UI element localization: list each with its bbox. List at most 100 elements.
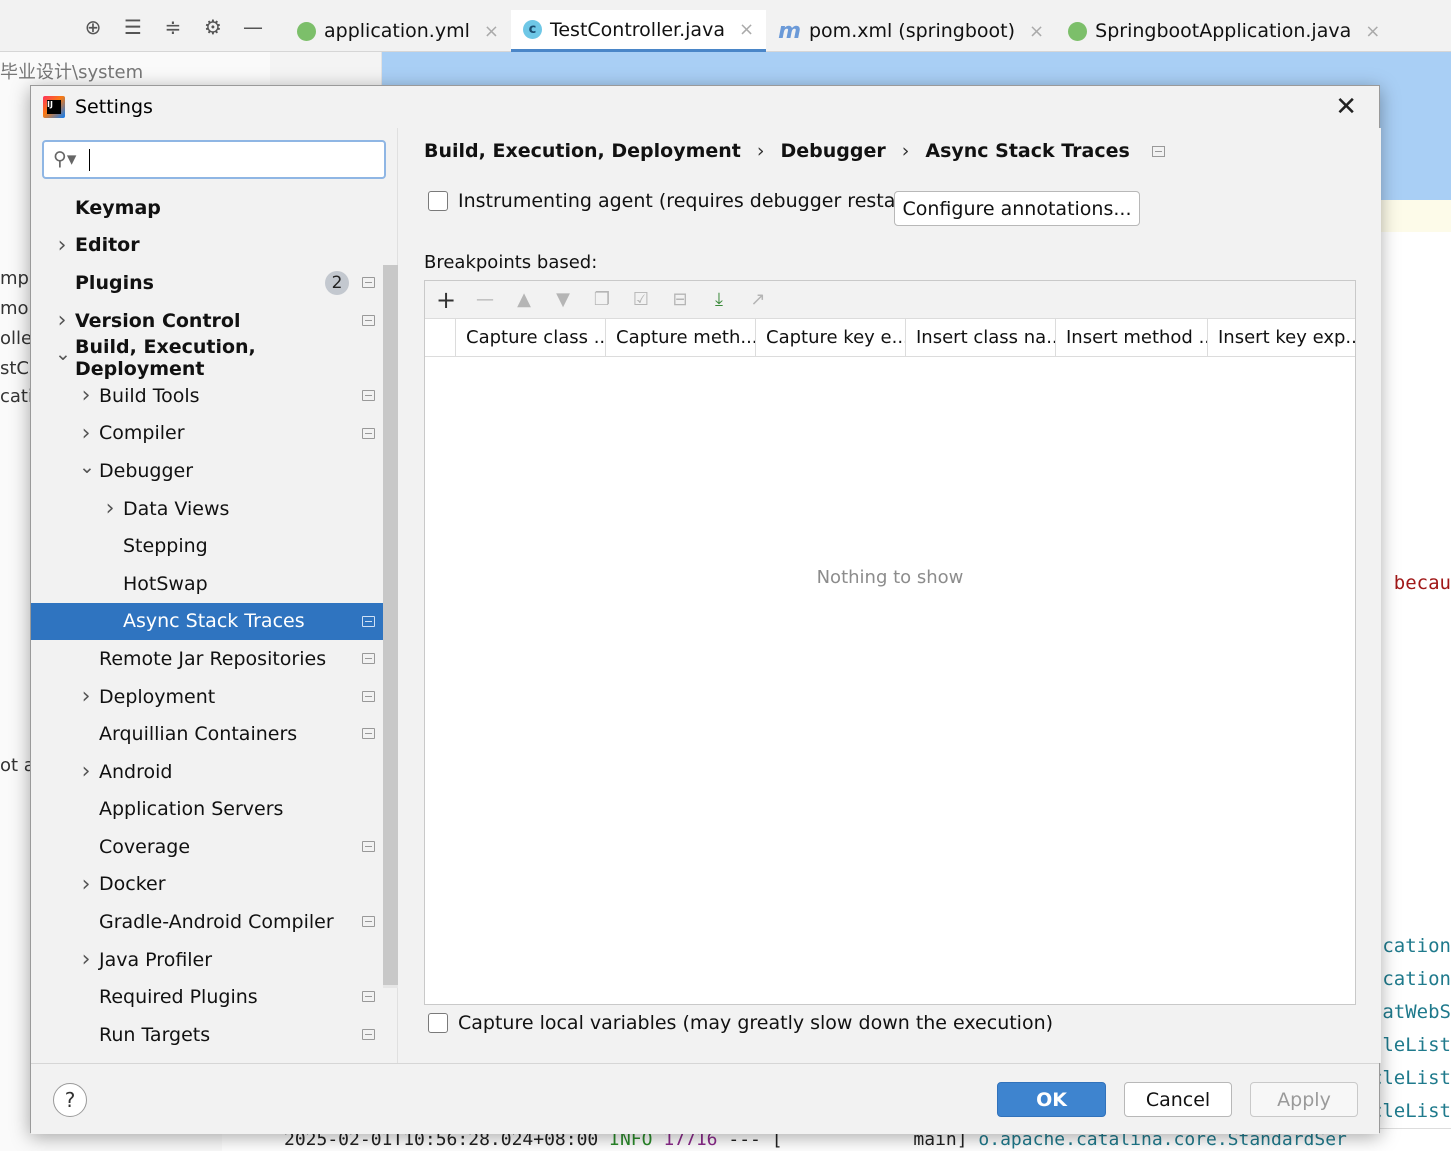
column-header[interactable]: Insert key exp...: [1207, 319, 1355, 357]
sidebar-item-editor[interactable]: › Editor: [31, 227, 383, 265]
sidebar-item-deployment[interactable]: › Deployment: [31, 678, 383, 716]
sidebar-scrollbar-thumb[interactable]: [383, 265, 398, 985]
spring-app-icon: [1068, 21, 1088, 41]
breadcrumb-item[interactable]: Build, Execution, Deployment: [424, 140, 741, 162]
sidebar-item-java-profiler[interactable]: › Java Profiler: [31, 941, 383, 979]
chevron-right-icon[interactable]: ›: [79, 383, 93, 408]
capture-local-variables-row: Capture local variables (may greatly slo…: [428, 1012, 1053, 1034]
remove-icon[interactable]: —: [474, 289, 496, 310]
chevron-right-icon[interactable]: ›: [79, 421, 93, 446]
gear-icon[interactable]: ⚙: [200, 14, 226, 40]
export-icon[interactable]: ↗: [747, 289, 769, 310]
sidebar-item-compiler[interactable]: › Compiler: [31, 415, 383, 453]
breakpoints-table: + — ▲ ▼ ❐ ☑ ⊟ ⤓ ↗ Capture class ... Capt…: [424, 280, 1356, 1005]
sidebar-item-application-servers[interactable]: Application Servers: [31, 791, 383, 829]
ok-button[interactable]: OK: [997, 1082, 1106, 1117]
sidebar-item-keymap[interactable]: Keymap: [31, 189, 383, 227]
sidebar-item-android[interactable]: › Android: [31, 753, 383, 791]
ide-code-fragment: cleList: [1370, 1100, 1451, 1122]
project-scope-icon: [362, 314, 375, 326]
chevron-right-icon[interactable]: ›: [103, 496, 117, 521]
sidebar-item-label: Async Stack Traces: [123, 610, 305, 633]
configure-annotations-button[interactable]: Configure annotations...: [894, 191, 1140, 226]
sidebar-item-required-plugins[interactable]: Required Plugins: [31, 978, 383, 1016]
sidebar-item-stepping[interactable]: Stepping: [31, 527, 383, 565]
close-icon[interactable]: ×: [739, 19, 754, 40]
sidebar-item-gradle-android-compiler[interactable]: Gradle-Android Compiler: [31, 903, 383, 941]
column-header[interactable]: Insert class na...: [905, 319, 1055, 357]
sidebar-item-data-views[interactable]: › Data Views: [31, 490, 383, 528]
breadcrumb-separator: ›: [756, 140, 765, 162]
sidebar-item-version-control[interactable]: › Version Control: [31, 302, 383, 340]
sidebar-item-label: Arquillian Containers: [99, 723, 298, 746]
dialog-title-bar[interactable]: Settings ✕: [31, 86, 1379, 128]
capture-local-variables-label[interactable]: Capture local variables (may greatly slo…: [458, 1012, 1053, 1034]
move-down-icon[interactable]: ▼: [552, 289, 574, 310]
chevron-right-icon[interactable]: ›: [79, 684, 93, 709]
tab-pom-xml[interactable]: m pom.xml (springboot) ×: [766, 10, 1056, 52]
move-up-icon[interactable]: ▲: [513, 289, 535, 310]
sidebar-item-run-targets[interactable]: Run Targets: [31, 1016, 383, 1054]
instrumenting-agent-label[interactable]: Instrumenting agent (requires debugger r…: [458, 190, 918, 212]
ide-toolbar-icons: ⊕ ☰ ≑ ⚙ —: [80, 14, 266, 40]
import-icon[interactable]: ⤓: [708, 289, 730, 310]
chevron-right-icon[interactable]: ›: [79, 759, 93, 784]
settings-search-input[interactable]: ⚲▾: [42, 140, 386, 179]
close-icon[interactable]: ×: [1029, 21, 1044, 42]
expand-all-icon[interactable]: ☰: [120, 14, 146, 40]
sidebar-item-remote-jar-repositories[interactable]: Remote Jar Repositories: [31, 640, 383, 678]
chevron-right-icon[interactable]: ›: [55, 233, 69, 258]
column-header[interactable]: Capture class ...: [455, 319, 605, 357]
ide-code-fragment: s becau: [1370, 572, 1451, 594]
chevron-down-icon[interactable]: ⌄: [79, 456, 95, 478]
sidebar-item-label: Run Targets: [99, 1023, 211, 1046]
collapse-all-icon[interactable]: ≑: [160, 14, 186, 40]
sidebar-item-build-execution-deployment[interactable]: ⌄ Build, Execution, Deployment: [31, 336, 383, 380]
close-icon[interactable]: ✕: [1335, 92, 1357, 122]
check-all-icon[interactable]: ☑: [630, 289, 652, 310]
column-header[interactable]: Insert method ...: [1055, 319, 1207, 357]
cancel-button[interactable]: Cancel: [1124, 1082, 1232, 1117]
tab-springbootapplication-java[interactable]: SpringbootApplication.java ×: [1056, 10, 1392, 52]
column-header-checkbox[interactable]: [425, 319, 455, 357]
ide-code-fragment: cation: [1382, 935, 1451, 957]
chevron-right-icon[interactable]: ›: [55, 308, 69, 333]
ide-toolbar: ⊕ ☰ ≑ ⚙ — application.yml × c TestContro…: [0, 0, 1451, 52]
tab-testcontroller-java[interactable]: c TestController.java ×: [510, 10, 767, 52]
breadcrumb-item[interactable]: Debugger: [781, 140, 886, 162]
chevron-right-icon[interactable]: ›: [79, 947, 93, 972]
capture-local-variables-checkbox[interactable]: [428, 1013, 448, 1033]
sidebar-item-label: Docker: [99, 873, 166, 896]
table-header: Capture class ... Capture meth... Captur…: [425, 319, 1355, 357]
copy-icon[interactable]: ❐: [591, 289, 613, 310]
project-scope-icon: [362, 277, 375, 289]
sidebar-item-hotswap[interactable]: HotSwap: [31, 565, 383, 603]
editor-tabs: application.yml × c TestController.java …: [285, 10, 1392, 52]
sidebar-item-async-stack-traces[interactable]: Async Stack Traces: [31, 602, 383, 641]
close-icon[interactable]: ×: [484, 21, 499, 42]
minimize-icon[interactable]: —: [240, 14, 266, 40]
uncheck-all-icon[interactable]: ⊟: [669, 289, 691, 310]
sidebar-item-arquillian-containers[interactable]: Arquillian Containers: [31, 715, 383, 753]
project-scope-icon: [362, 427, 375, 439]
crosshair-icon[interactable]: ⊕: [80, 14, 106, 40]
sidebar-item-label: Keymap: [75, 196, 161, 219]
chevron-right-icon[interactable]: ›: [79, 872, 93, 897]
project-scope-icon: [362, 991, 375, 1003]
instrumenting-agent-checkbox[interactable]: [428, 191, 448, 211]
add-icon[interactable]: +: [435, 286, 457, 314]
sidebar-item-build-tools[interactable]: › Build Tools: [31, 377, 383, 415]
sidebar-item-label: Data Views: [123, 497, 230, 520]
sidebar-item-plugins[interactable]: Plugins 2: [31, 264, 383, 302]
column-header[interactable]: Capture meth...: [605, 319, 755, 357]
sidebar-item-label: Version Control: [75, 309, 241, 332]
help-icon[interactable]: ?: [53, 1083, 87, 1117]
apply-button[interactable]: Apply: [1250, 1082, 1358, 1117]
close-icon[interactable]: ×: [1365, 21, 1380, 42]
sidebar-item-coverage[interactable]: Coverage: [31, 828, 383, 866]
sidebar-item-docker[interactable]: › Docker: [31, 866, 383, 904]
chevron-down-icon[interactable]: ⌄: [55, 343, 71, 365]
column-header[interactable]: Capture key e...: [755, 319, 905, 357]
sidebar-item-debugger[interactable]: ⌄ Debugger: [31, 452, 383, 490]
tab-application-yml[interactable]: application.yml ×: [285, 10, 511, 52]
